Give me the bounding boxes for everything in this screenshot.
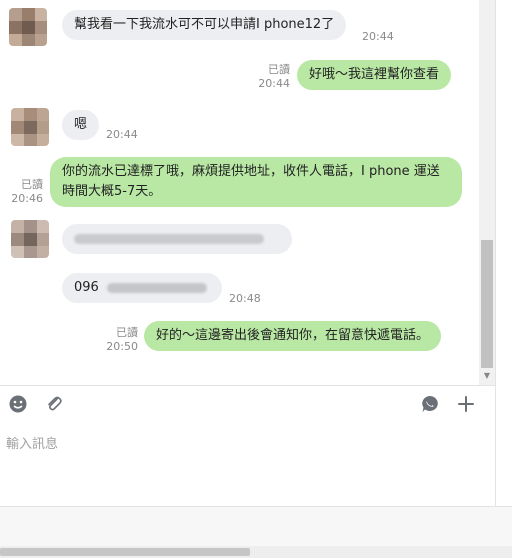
right-panel-edge <box>495 0 512 510</box>
message-time: 20:44 <box>106 128 138 141</box>
horizontal-scrollbar-thumb[interactable] <box>0 548 250 556</box>
message-meta: 已讀 20:50 <box>100 326 138 354</box>
message-input[interactable] <box>0 426 492 462</box>
scrollbar-thumb[interactable] <box>481 240 493 368</box>
message-time: 20:44 <box>362 30 394 43</box>
composer-toolbar <box>0 385 495 427</box>
read-status: 已讀 <box>21 178 43 191</box>
message-bubble-incoming: 096 <box>62 273 222 303</box>
chat-history: 幫我看一下我流水可不可以申請I phone12了 20:44 已讀 20:44 … <box>0 0 480 385</box>
message-meta: 已讀 20:44 <box>252 63 290 91</box>
message-bubble-incoming: 嗯 <box>62 110 100 140</box>
message-bubble-outgoing: 好哦～我這裡幫你查看 <box>297 60 452 90</box>
paperclip-icon[interactable] <box>43 394 65 416</box>
avatar[interactable] <box>11 108 49 146</box>
message-bubble-incoming: 幫我看一下我流水可不可以申請I phone12了 <box>62 10 347 40</box>
message-time: 20:44 <box>258 77 290 90</box>
avatar[interactable] <box>9 8 47 46</box>
message-composer <box>0 426 495 506</box>
message-text: 096 <box>74 280 99 295</box>
read-status: 已讀 <box>116 326 138 339</box>
message-bubble-outgoing: 好的～這邊寄出後會通知你，在留意快遞電話。 <box>144 321 442 351</box>
blurred-text <box>106 282 207 293</box>
message-time: 20:50 <box>106 340 138 353</box>
plus-icon[interactable] <box>455 394 477 416</box>
message-bubble-outgoing: 你的流水已達標了哦，麻煩提供地址，收件人電話，I phone 運送時間大概5-7… <box>50 157 462 207</box>
message-meta: 已讀 20:46 <box>5 178 43 206</box>
message-time: 20:46 <box>11 192 43 205</box>
message-time: 20:48 <box>229 292 261 305</box>
message-bubble-incoming <box>62 224 292 254</box>
chat-bubble-icon[interactable] <box>419 394 441 416</box>
emoji-icon[interactable] <box>7 394 29 416</box>
scroll-down-arrow-icon[interactable]: ▼ <box>482 372 492 380</box>
bottom-bar <box>0 506 512 547</box>
avatar[interactable] <box>11 220 49 258</box>
blurred-text <box>74 233 264 244</box>
read-status: 已讀 <box>268 63 290 76</box>
